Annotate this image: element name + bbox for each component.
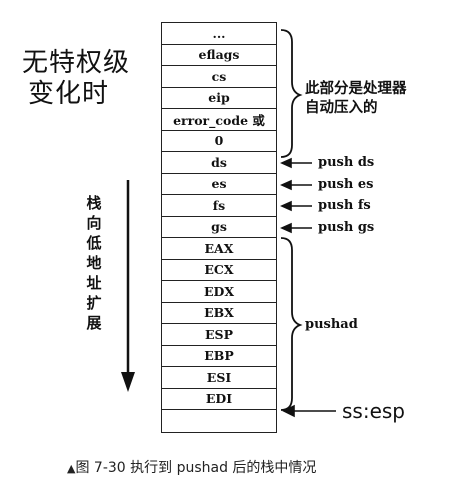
stack-cell: [162, 410, 276, 432]
stack-cell: EDI: [162, 389, 276, 410]
stack-cell: es: [162, 174, 276, 195]
caption-text: 图 7-30 执行到 pushad 后的栈中情况: [75, 460, 317, 476]
stack-cell: ESI: [162, 367, 276, 389]
stack-cell: EAX: [162, 238, 276, 260]
push-es-label: push es: [318, 177, 374, 192]
lower-brace: [280, 237, 303, 411]
title-line-1: 无特权级: [22, 48, 131, 78]
stack-cell: eflags: [162, 45, 276, 66]
cpu-auto-note-line-2: 自动压入的: [305, 100, 378, 116]
stack-cell: ECX: [162, 260, 276, 281]
direction-char: 扩: [86, 294, 102, 312]
push-fs-label: push fs: [318, 198, 371, 213]
direction-char: 栈: [86, 194, 102, 212]
direction-char: 址: [86, 274, 102, 292]
stack-diagram: ... eflags cs eip error_code 或 0 ds es f…: [161, 22, 277, 433]
pushad-label: pushad: [305, 317, 358, 332]
direction-label: 栈 向 低 地 址 扩 展: [84, 193, 104, 333]
stack-cell: ds: [162, 152, 276, 174]
cpu-auto-note-line-1: 此部分是处理器: [305, 81, 407, 97]
stack-cell: eip: [162, 88, 276, 109]
stack-cell: EDX: [162, 281, 276, 303]
direction-char: 展: [86, 314, 102, 332]
push-gs-label: push gs: [318, 220, 375, 235]
figure-caption: ▲图 7-30 执行到 pushad 后的栈中情况: [67, 457, 316, 477]
ss-esp-label: ss:esp: [342, 399, 405, 423]
stack-cell: 0: [162, 131, 276, 152]
stack-cell: EBX: [162, 303, 276, 324]
title-line-2: 变化时: [28, 79, 110, 109]
stack-cell: gs: [162, 217, 276, 238]
stack-cell: ESP: [162, 324, 276, 346]
stack-cell: EBP: [162, 346, 276, 367]
direction-char: 向: [86, 214, 102, 232]
push-ds-label: push ds: [318, 155, 375, 170]
stack-cell: error_code 或: [162, 109, 276, 131]
stack-cell: cs: [162, 66, 276, 88]
upper-brace: [280, 29, 303, 158]
direction-char: 地: [86, 254, 102, 272]
direction-char: 低: [86, 234, 102, 252]
stack-cell: ...: [162, 23, 276, 45]
down-arrow-icon: [121, 180, 135, 392]
stack-cell: fs: [162, 195, 276, 217]
